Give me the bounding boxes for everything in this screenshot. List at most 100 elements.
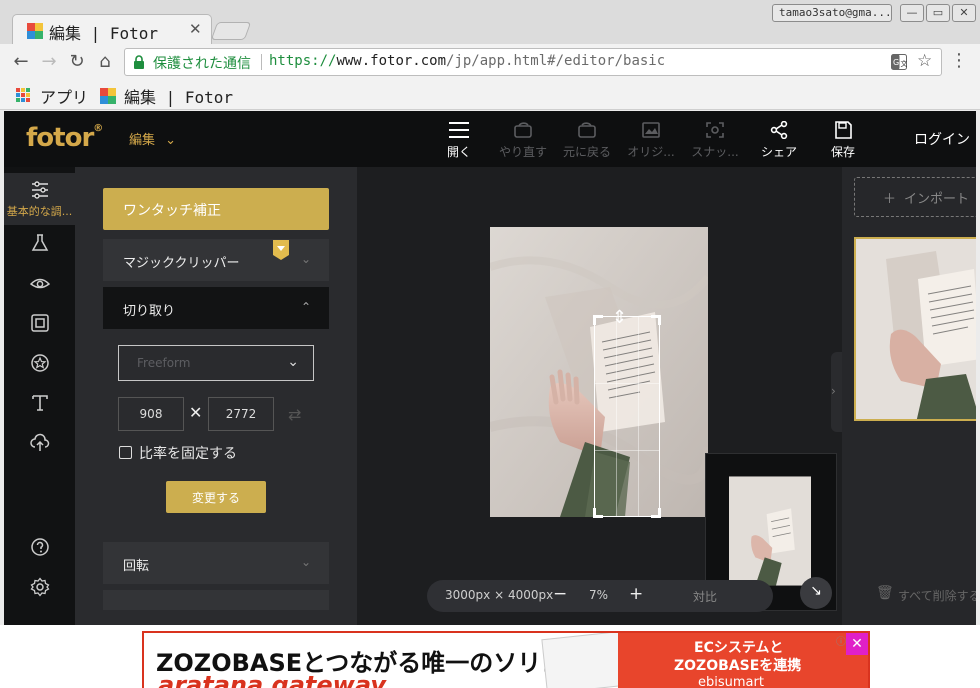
plus-icon: ＋ [883, 192, 897, 207]
bookmark-fotor[interactable]: 編集 | Fotor [124, 84, 233, 108]
menu-icon [449, 122, 469, 138]
redo-icon [514, 122, 532, 138]
ad-right-line2: ZOZOBASEを連携 [674, 658, 802, 674]
crop-label: 切り取り [123, 304, 176, 319]
tool-rail: 基本的な調... [4, 167, 75, 625]
bookmark-apps[interactable]: アプリ [40, 84, 88, 108]
svg-text:文: 文 [901, 59, 908, 68]
magic-clipper-label: マジッククリッパー [123, 256, 240, 271]
zoom-out-button[interactable]: − [553, 584, 567, 604]
premium-diamond-icon [273, 240, 289, 260]
logo-text: fotor [26, 123, 94, 153]
home-icon[interactable]: ⌂ [94, 51, 116, 73]
bookmark-star-icon[interactable]: ☆ [917, 51, 932, 71]
rail-stickers[interactable] [4, 345, 75, 385]
magic-clipper-section[interactable]: マジッククリッパー ⌄ [103, 239, 329, 281]
ad-info-icon[interactable]: ⓘ [836, 633, 846, 648]
rotate-label: 回転 [123, 559, 150, 574]
import-label: インポート [904, 192, 970, 207]
translate-icon[interactable]: G 文 [891, 54, 907, 70]
minimap-thumbnail [729, 476, 811, 586]
ad-close-button[interactable]: ✕ [846, 633, 868, 655]
gear-icon [30, 577, 50, 597]
fotor-logo[interactable]: fotor® [26, 123, 103, 153]
edit-menu-label: 編集 [129, 133, 156, 148]
address-bar[interactable]: 保護された通信 https://www.fotor.com/jp/app.htm… [124, 48, 942, 76]
one-touch-button[interactable]: ワンタッチ補正 [103, 188, 329, 230]
frame-icon [31, 314, 49, 332]
adjust-panel: ワンタッチ補正 マジッククリッパー ⌄ 切り取り ⌃ Freeform ⌄ 90… [75, 167, 357, 625]
edit-menu-dropdown[interactable]: 編集 ⌄ [129, 129, 176, 148]
url-text: https://www.fotor.com/jp/app.html#/edito… [269, 53, 665, 69]
toolbar-save-button[interactable]: 保存 [810, 121, 876, 165]
toolbar-share-button[interactable]: シェア [746, 121, 812, 165]
close-window-button[interactable]: ✕ [952, 4, 976, 22]
rail-basic-adjust[interactable]: 基本的な調... [4, 173, 75, 225]
apps-grid-icon[interactable] [16, 88, 30, 102]
crop-ratio-select[interactable]: Freeform ⌄ [118, 345, 314, 381]
crop-width-input[interactable]: 908 [118, 397, 184, 431]
fotor-favicon-icon [27, 23, 43, 39]
forward-icon[interactable]: → [38, 51, 60, 73]
profile-badge[interactable]: tamao3sato@gma... [772, 4, 892, 22]
image-library-panel: ＋ インポート 🗑 すべて削除する [842, 167, 976, 625]
toolbar-snapshot-button[interactable]: スナッ... [682, 121, 748, 165]
chevron-down-icon: ⌄ [287, 354, 299, 370]
rail-frames[interactable] [4, 305, 75, 345]
snapshot-icon [706, 122, 724, 138]
original-icon [642, 122, 660, 138]
toolbar-undo-button[interactable]: 元に戻る [554, 121, 620, 165]
editor-canvas[interactable]: ⇕ 3000px × 4000px − 7% + 対比 ↘ › [357, 167, 845, 625]
tab-title: 編集 | Fotor [49, 24, 159, 43]
login-button[interactable]: ログイン [914, 129, 970, 149]
browser-tab[interactable]: 編集 | Fotor ✕ [12, 14, 212, 44]
rail-help[interactable] [4, 529, 75, 569]
save-icon [835, 121, 852, 139]
compare-button[interactable]: 対比 [693, 588, 717, 605]
ad-banner[interactable]: ZOZOBASEとつながる唯一のソリューション aratana gateway … [142, 631, 870, 688]
delete-all-button[interactable]: すべて削除する [898, 587, 976, 604]
text-icon [32, 395, 48, 411]
swap-dimensions-icon[interactable]: ⇄ [288, 405, 301, 424]
tab-close-icon[interactable]: ✕ [189, 20, 202, 38]
zoom-in-button[interactable]: + [629, 584, 643, 604]
library-thumbnail[interactable] [854, 237, 976, 421]
lock-ratio-checkbox[interactable] [119, 446, 132, 459]
crop-box[interactable] [593, 315, 661, 518]
toolbar-redo-button[interactable]: やり直す [490, 121, 556, 165]
maximize-button[interactable]: ▭ [926, 4, 950, 22]
fotor-editor: fotor® 編集 ⌄ 開く やり直す 元に戻る オリジ... スナッ... シ… [4, 111, 976, 625]
rail-beauty[interactable] [4, 265, 75, 305]
crop-height-input[interactable]: 2772 [208, 397, 274, 431]
new-tab-button[interactable] [210, 22, 252, 40]
apply-crop-button[interactable]: 変更する [166, 481, 266, 513]
toolbar-save-label: 保存 [830, 145, 855, 159]
browser-menu-icon[interactable]: ⋮ [950, 50, 968, 71]
rotate-section[interactable]: 回転 ⌄ [103, 542, 329, 584]
toolbar-undo-label: 元に戻る [562, 145, 611, 159]
next-section[interactable] [103, 590, 329, 610]
sliders-icon [32, 181, 48, 199]
import-button[interactable]: ＋ インポート [854, 177, 976, 217]
resize-vertical-icon[interactable]: ⇕ [612, 307, 627, 328]
back-icon[interactable]: ← [10, 51, 32, 73]
toolbar-original-button[interactable]: オリジ... [618, 121, 684, 165]
crop-section[interactable]: 切り取り ⌃ [103, 287, 329, 329]
rail-text[interactable] [4, 385, 75, 425]
expand-arrow-icon[interactable]: ↘ [800, 577, 832, 609]
eye-icon [30, 278, 50, 289]
rail-effects[interactable] [4, 225, 75, 265]
url-host: www.fotor.com [336, 53, 447, 69]
url-scheme: https:// [269, 53, 337, 69]
url-divider [261, 54, 262, 70]
toolbar-open-button[interactable]: 開く [426, 121, 492, 165]
app-header: fotor® 編集 ⌄ 開く やり直す 元に戻る オリジ... スナッ... シ… [4, 111, 976, 167]
logo-mark: ® [93, 123, 103, 134]
rail-settings[interactable] [4, 569, 75, 609]
lock-ratio-label: 比率を固定する [139, 446, 237, 462]
trash-icon: 🗑 [876, 585, 894, 601]
chevron-down-icon: ⌄ [165, 133, 177, 148]
reload-icon[interactable]: ↻ [66, 51, 88, 73]
minimize-button[interactable]: — [900, 4, 924, 22]
rail-cloud[interactable] [4, 425, 75, 465]
